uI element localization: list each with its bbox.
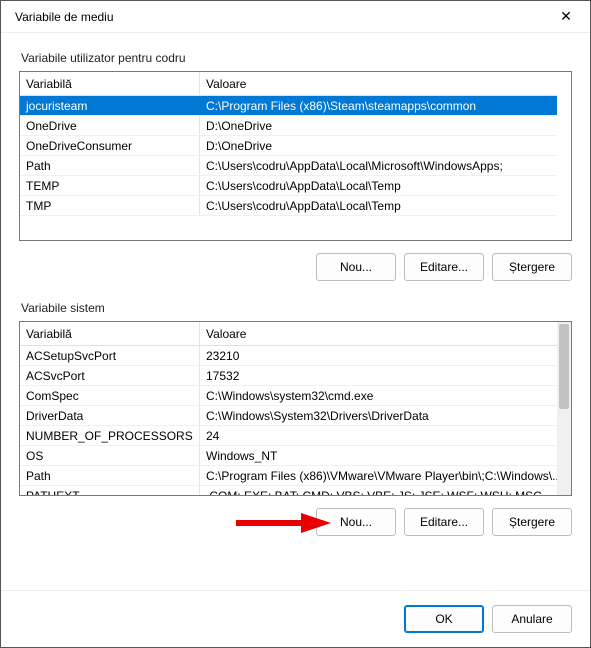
cell-variable: TEMP bbox=[20, 176, 200, 195]
table-row[interactable]: OSWindows_NT bbox=[20, 446, 557, 466]
cell-variable: Path bbox=[20, 466, 200, 485]
dialog-footer: OK Anulare bbox=[1, 590, 590, 647]
cell-value: 17532 bbox=[200, 366, 557, 385]
cell-variable: DriverData bbox=[20, 406, 200, 425]
user-vars-buttons: Nou... Editare... Ștergere bbox=[19, 241, 572, 287]
cell-value: C:\Program Files (x86)\Steam\steamapps\c… bbox=[200, 96, 557, 115]
ok-button[interactable]: OK bbox=[404, 605, 484, 633]
col-header-variable[interactable]: Variabilă bbox=[20, 322, 200, 345]
table-row[interactable]: jocuristeamC:\Program Files (x86)\Steam\… bbox=[20, 96, 557, 116]
system-vars-list-inner: Variabilă Valoare ACSetupSvcPort23210ACS… bbox=[20, 322, 557, 495]
user-delete-button[interactable]: Ștergere bbox=[492, 253, 572, 281]
user-vars-list-inner: Variabilă Valoare jocuristeamC:\Program … bbox=[20, 72, 557, 240]
cell-value: C:\Users\codru\AppData\Local\Microsoft\W… bbox=[200, 156, 557, 175]
cell-value: Windows_NT bbox=[200, 446, 557, 465]
system-edit-button[interactable]: Editare... bbox=[404, 508, 484, 536]
col-header-value[interactable]: Valoare bbox=[200, 322, 557, 345]
system-scrollbar[interactable] bbox=[557, 322, 571, 495]
table-row[interactable]: TMPC:\Users\codru\AppData\Local\Temp bbox=[20, 196, 557, 216]
cancel-button[interactable]: Anulare bbox=[492, 605, 572, 633]
cell-value: C:\Users\codru\AppData\Local\Temp bbox=[200, 176, 557, 195]
system-delete-button[interactable]: Ștergere bbox=[492, 508, 572, 536]
cell-variable: ACSetupSvcPort bbox=[20, 346, 200, 365]
system-vars-buttons: Nou... Editare... Ștergere bbox=[19, 496, 572, 542]
cell-value: 23210 bbox=[200, 346, 557, 365]
cell-variable: PATHEXT bbox=[20, 486, 200, 495]
env-vars-dialog: Variabile de mediu ✕ Variabile utilizato… bbox=[0, 0, 591, 648]
table-row[interactable]: NUMBER_OF_PROCESSORS24 bbox=[20, 426, 557, 446]
user-vars-list[interactable]: Variabilă Valoare jocuristeamC:\Program … bbox=[19, 71, 572, 241]
cell-value: C:\Windows\System32\Drivers\DriverData bbox=[200, 406, 557, 425]
table-row[interactable]: OneDriveConsumerD:\OneDrive bbox=[20, 136, 557, 156]
window-title: Variabile de mediu bbox=[15, 10, 114, 24]
table-row[interactable]: PathC:\Users\codru\AppData\Local\Microso… bbox=[20, 156, 557, 176]
user-vars-header: Variabilă Valoare bbox=[20, 72, 557, 96]
user-vars-label: Variabile utilizator pentru codru bbox=[19, 45, 572, 71]
user-edit-button[interactable]: Editare... bbox=[404, 253, 484, 281]
cell-value: .COM;.EXE;.BAT;.CMD;.VBS;.VBE;.JS;.JSE;.… bbox=[200, 486, 557, 495]
cell-variable: OS bbox=[20, 446, 200, 465]
titlebar: Variabile de mediu ✕ bbox=[1, 1, 590, 33]
content-area: Variabile utilizator pentru codru Variab… bbox=[1, 33, 590, 590]
user-new-button[interactable]: Nou... bbox=[316, 253, 396, 281]
cell-variable: ComSpec bbox=[20, 386, 200, 405]
user-vars-section: Variabile utilizator pentru codru Variab… bbox=[19, 45, 572, 287]
col-header-variable[interactable]: Variabilă bbox=[20, 72, 200, 95]
cell-variable: NUMBER_OF_PROCESSORS bbox=[20, 426, 200, 445]
table-row[interactable]: ACSvcPort17532 bbox=[20, 366, 557, 386]
cell-value: C:\Users\codru\AppData\Local\Temp bbox=[200, 196, 557, 215]
cell-variable: OneDrive bbox=[20, 116, 200, 135]
cell-value: C:\Windows\system32\cmd.exe bbox=[200, 386, 557, 405]
table-row[interactable]: OneDriveD:\OneDrive bbox=[20, 116, 557, 136]
scrollbar-thumb[interactable] bbox=[559, 324, 569, 409]
table-row[interactable]: TEMPC:\Users\codru\AppData\Local\Temp bbox=[20, 176, 557, 196]
cell-value: C:\Program Files (x86)\VMware\VMware Pla… bbox=[200, 466, 557, 485]
table-row[interactable]: ComSpecC:\Windows\system32\cmd.exe bbox=[20, 386, 557, 406]
cell-value: D:\OneDrive bbox=[200, 116, 557, 135]
cell-variable: ACSvcPort bbox=[20, 366, 200, 385]
system-vars-label: Variabile sistem bbox=[19, 295, 572, 321]
col-header-value[interactable]: Valoare bbox=[200, 72, 557, 95]
system-vars-section: Variabile sistem Variabilă Valoare ACSet… bbox=[19, 295, 572, 542]
table-row[interactable]: PATHEXT.COM;.EXE;.BAT;.CMD;.VBS;.VBE;.JS… bbox=[20, 486, 557, 495]
close-button[interactable]: ✕ bbox=[550, 3, 582, 31]
close-icon: ✕ bbox=[560, 8, 572, 25]
cell-value: 24 bbox=[200, 426, 557, 445]
cell-variable: jocuristeam bbox=[20, 96, 200, 115]
system-new-button[interactable]: Nou... bbox=[316, 508, 396, 536]
table-row[interactable]: PathC:\Program Files (x86)\VMware\VMware… bbox=[20, 466, 557, 486]
table-row[interactable]: DriverDataC:\Windows\System32\Drivers\Dr… bbox=[20, 406, 557, 426]
system-vars-list[interactable]: Variabilă Valoare ACSetupSvcPort23210ACS… bbox=[19, 321, 572, 496]
table-row[interactable]: ACSetupSvcPort23210 bbox=[20, 346, 557, 366]
system-vars-header: Variabilă Valoare bbox=[20, 322, 557, 346]
cell-variable: TMP bbox=[20, 196, 200, 215]
cell-variable: Path bbox=[20, 156, 200, 175]
cell-value: D:\OneDrive bbox=[200, 136, 557, 155]
cell-variable: OneDriveConsumer bbox=[20, 136, 200, 155]
